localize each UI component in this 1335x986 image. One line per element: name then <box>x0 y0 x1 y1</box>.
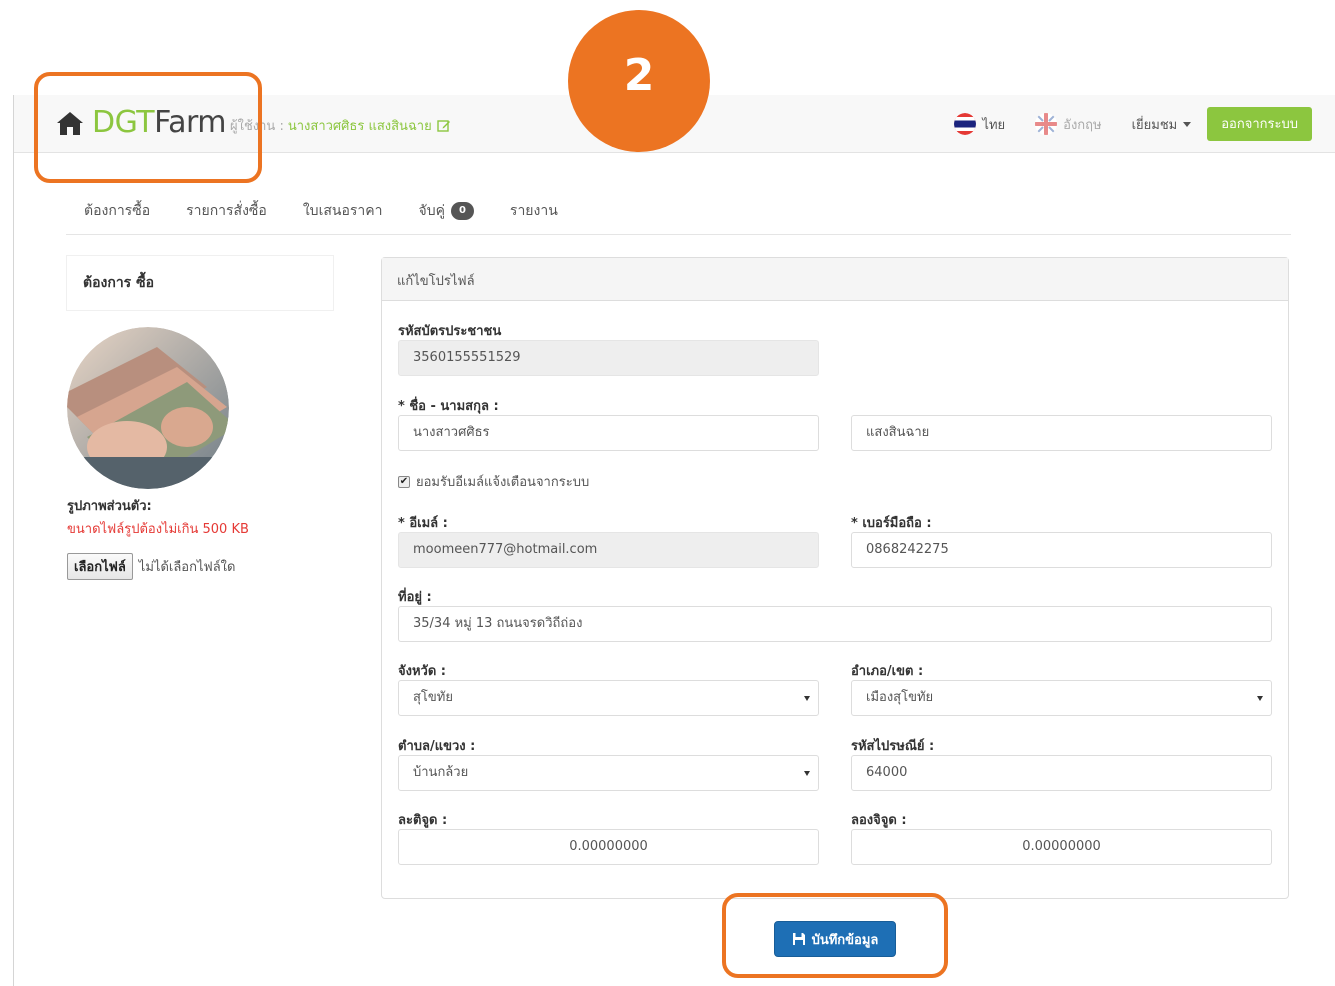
web-page: DGTFarm ผู้ใช้งาน : นางสาวศศิธร แสงสินฉา… <box>13 95 1335 986</box>
avatar <box>67 327 229 489</box>
province-value: สุโขทัย <box>413 690 453 705</box>
last-name-field[interactable]: แสงสินฉาย <box>851 415 1272 451</box>
province-label: จังหวัด : <box>398 664 447 679</box>
district-label: อำเภอ/เขต : <box>851 664 924 679</box>
user-label: ผู้ใช้งาน : <box>230 119 284 134</box>
floppy-disk-icon <box>792 933 805 945</box>
file-upload-row: เลือกไฟล์ ไม่ได้เลือกไฟล์ใด <box>67 553 333 580</box>
mobile-field[interactable]: 0868242275 <box>851 532 1272 568</box>
select-arrow-icon <box>804 771 810 776</box>
mobile-label: * เบอร์มือถือ : <box>851 516 932 531</box>
postcode-label: รหัสไปรษณีย์ : <box>851 739 935 754</box>
tab-reports[interactable]: รายงาน <box>492 195 576 227</box>
edit-profile-panel: แก้ไขโปรไฟล์ รหัสบัตรประชาชน 35601555515… <box>381 257 1289 899</box>
save-button[interactable]: บันทึกข้อมูล <box>774 921 896 957</box>
brand-logo[interactable]: DGTFarm <box>56 105 227 141</box>
lang-english[interactable]: อังกฤษ <box>1035 113 1102 135</box>
lang-thai-label: ไทย <box>982 117 1006 133</box>
postcode-field[interactable]: 64000 <box>851 755 1272 791</box>
uk-flag-icon <box>1035 113 1058 135</box>
tab-quotations[interactable]: ใบเสนอราคา <box>285 195 401 227</box>
address-field[interactable]: 35/34 หมู่ 13 ถนนจรดวิถีถ่อง <box>398 606 1272 642</box>
main-tabs: ต้องการซื้อ รายการสั่งซื้อ ใบเสนอราคา จั… <box>66 195 1291 235</box>
longitude-label: ลองจิจูด : <box>851 813 907 828</box>
file-status: ไม่ได้เลือกไฟล์ใด <box>138 560 236 575</box>
latitude-label: ละติจูด : <box>398 813 448 828</box>
district-select[interactable]: เมืองสุโขทัย <box>851 680 1272 716</box>
user-info: ผู้ใช้งาน : นางสาวศศิธร แสงสินฉาย <box>230 115 451 136</box>
email-consent-label: ยอมรับอีเมล์แจ้งเตือนจากระบบ <box>416 475 590 490</box>
photo-size-hint: ขนาดไฟล์รูปต้องไม่เกิน 500 KB <box>67 522 249 537</box>
email-field: moomeen777@hotmail.com <box>398 532 819 568</box>
screenshot-canvas: 2 DGTFarm ผู้ใช้งาน : นางสาวศศิธร แสงสิน… <box>0 0 1335 986</box>
name-label: * ชื่อ - นามสกุล : <box>398 399 499 414</box>
lang-english-label: อังกฤษ <box>1063 117 1102 133</box>
photo-label: รูปภาพส่วนตัว: <box>67 499 152 514</box>
first-name-field[interactable]: นางสาวศศิธร <box>398 415 819 451</box>
select-arrow-icon <box>1257 696 1263 701</box>
lang-thai[interactable]: ไทย <box>954 113 1005 135</box>
matching-count-badge: 0 <box>450 202 474 220</box>
tab-want-to-buy[interactable]: ต้องการซื้อ <box>66 195 168 227</box>
home-icon <box>57 112 83 135</box>
step-number-badge: 2 <box>568 10 710 152</box>
profile-sidebar: ต้องการ ซื้อ รูปภาพส่วนตัว: ขนาดไฟล์รูปต… <box>67 256 333 580</box>
email-label: * อีเมล์ : <box>398 516 448 531</box>
visit-dropdown[interactable]: เยี่ยมชม <box>1132 114 1192 135</box>
panel-heading: แก้ไขโปรไฟล์ <box>382 258 1288 301</box>
edit-profile-icon[interactable] <box>437 119 451 133</box>
longitude-field[interactable]: 0.00000000 <box>851 829 1272 865</box>
nav-right: ไทย อังกฤษ เยี่ยมชม ออกจากระบบ <box>954 107 1312 141</box>
province-select[interactable]: สุโขทัย <box>398 680 819 716</box>
id-card-label: รหัสบัตรประชาชน <box>398 324 502 339</box>
logo-text: DGTFarm <box>92 105 227 140</box>
id-card-field: 3560155551529 <box>398 340 819 376</box>
tab-matching[interactable]: จับคู่ 0 <box>400 195 491 227</box>
logout-button[interactable]: ออกจากระบบ <box>1207 107 1312 141</box>
subdistrict-select[interactable]: บ้านกล้วย <box>398 755 819 791</box>
choose-file-button[interactable]: เลือกไฟล์ <box>67 553 133 580</box>
caret-down-icon <box>1183 121 1192 127</box>
sidebar-title: ต้องการ ซื้อ <box>67 256 333 310</box>
address-label: ที่อยู่ : <box>398 590 432 605</box>
district-value: เมืองสุโขทัย <box>866 690 934 705</box>
user-name[interactable]: นางสาวศศิธร แสงสินฉาย <box>288 115 432 136</box>
save-button-label: บันทึกข้อมูล <box>811 931 879 947</box>
visit-label: เยี่ยมชม <box>1131 117 1178 133</box>
thai-flag-icon <box>954 113 977 135</box>
email-consent-row: ✔ ยอมรับอีเมล์แจ้งเตือนจากระบบ <box>398 471 589 492</box>
latitude-field[interactable]: 0.00000000 <box>398 829 819 865</box>
select-arrow-icon <box>804 696 810 701</box>
subdistrict-label: ตำบล/แขวง : <box>398 739 476 754</box>
subdistrict-value: บ้านกล้วย <box>413 765 469 780</box>
tab-orders[interactable]: รายการสั่งซื้อ <box>168 195 285 227</box>
email-consent-checkbox[interactable]: ✔ <box>398 475 410 488</box>
